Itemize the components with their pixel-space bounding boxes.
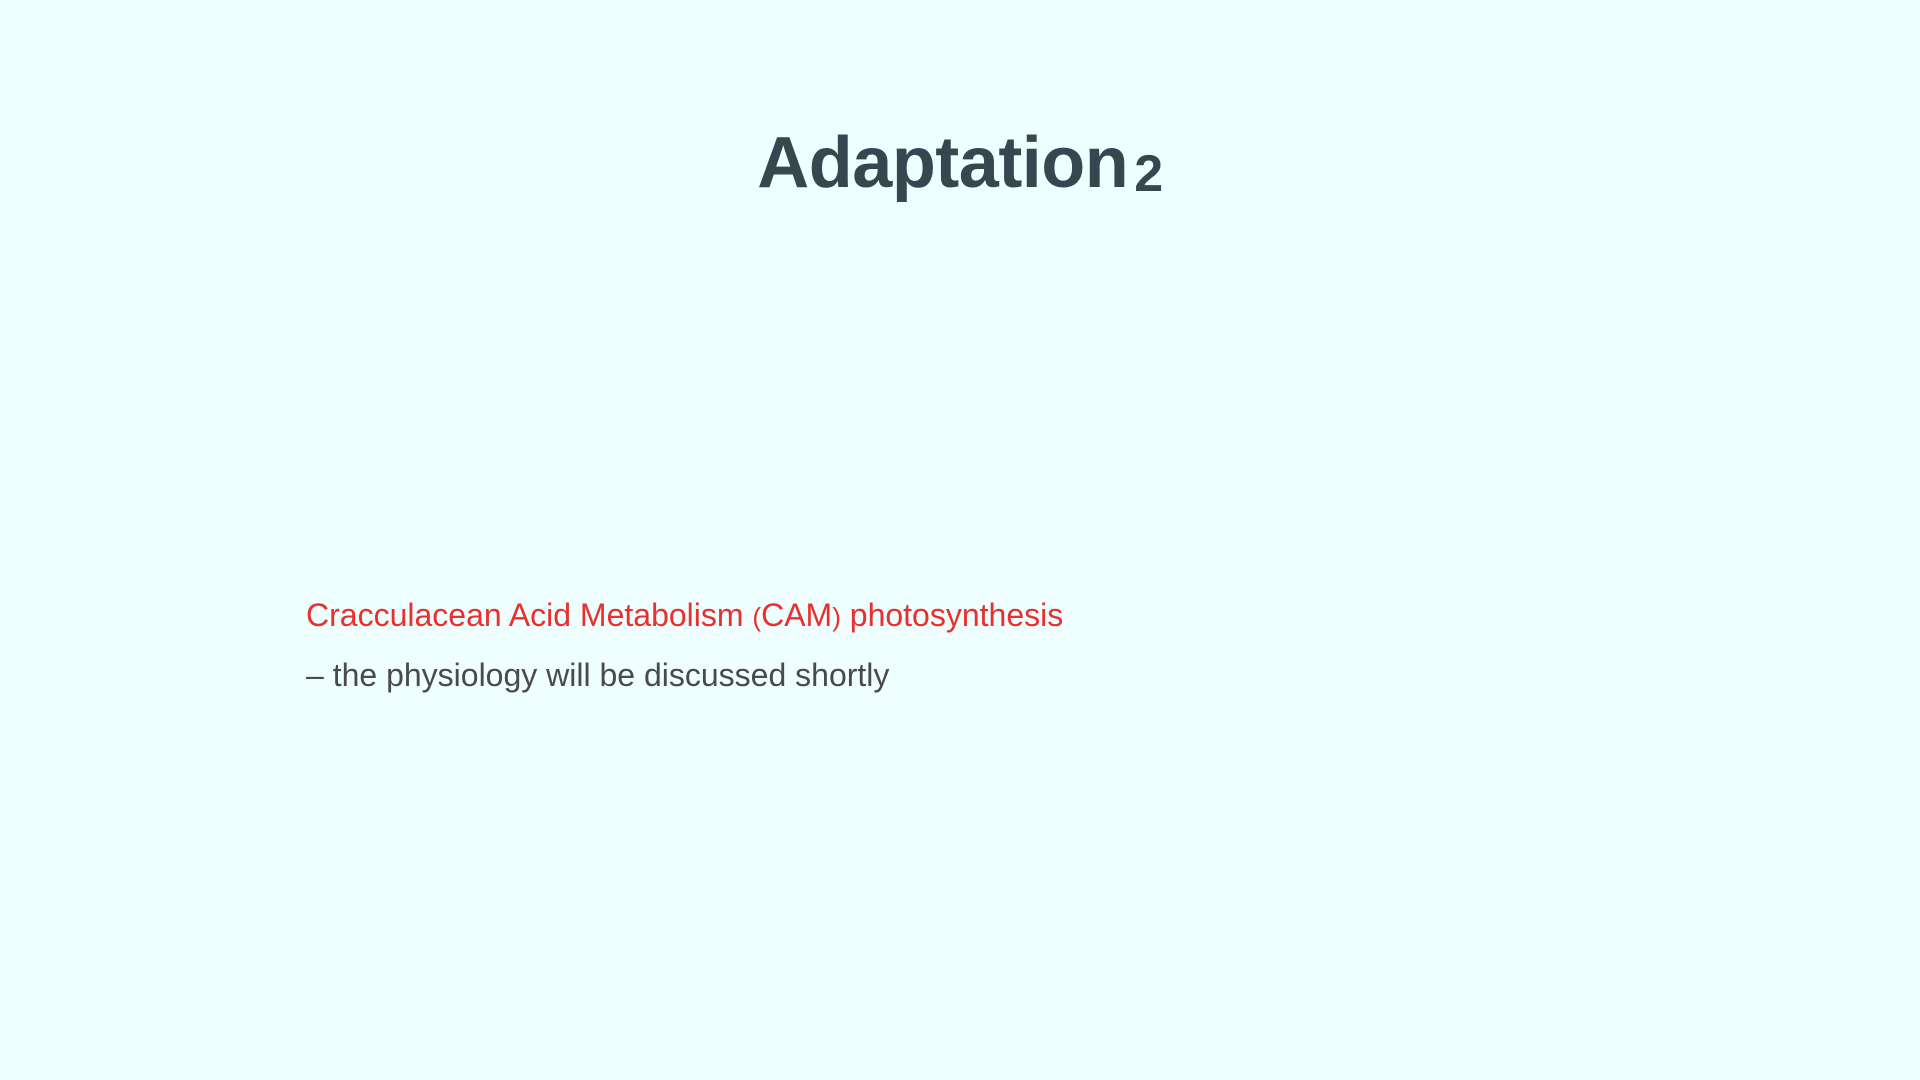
slide-body: Cracculacean Acid Metabolism (CAM) photo… (306, 586, 1063, 704)
highlight-paren-close: ) (832, 602, 841, 632)
slide-title-number: 2 (1134, 145, 1163, 203)
highlight-text-abbr: CAM (761, 597, 833, 633)
slide-title-text: Adaptation (757, 123, 1129, 203)
highlight-paren-open: ( (752, 602, 762, 632)
highlight-line: Cracculacean Acid Metabolism (CAM) photo… (306, 586, 1063, 646)
highlight-text-1: Cracculacean Acid Metabolism (306, 597, 753, 633)
highlight-text-2: photosynthesis (840, 597, 1064, 633)
title-container: Adaptation 2 (0, 118, 1920, 215)
secondary-line: – the physiology will be discussed short… (306, 657, 890, 693)
slide-title: Adaptation 2 (757, 118, 1163, 215)
slide: Adaptation 2 Cracculacean Acid Metabolism… (0, 0, 1920, 1080)
